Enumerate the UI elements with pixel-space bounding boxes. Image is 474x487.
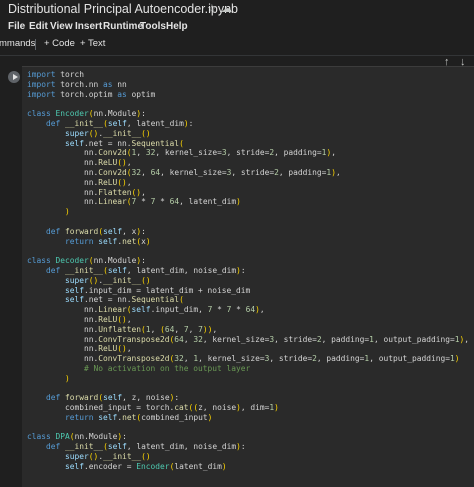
code-line[interactable]: class DPA(nn.Module):	[27, 432, 127, 441]
code-line[interactable]: nn.Conv2d(32, 64, kernel_size=3, stride=…	[27, 168, 341, 177]
code-line[interactable]: )	[27, 207, 70, 216]
code-line[interactable]: return self.net(x)	[27, 237, 151, 246]
add-code-button[interactable]: + Code	[44, 38, 75, 49]
code-line[interactable]: super().__init__()	[27, 276, 151, 285]
code-line[interactable]: combined_input = torch.cat((z, noise), d…	[27, 403, 279, 412]
code-editor[interactable]: import torch import torch.nn as nn impor…	[27, 70, 469, 472]
code-line[interactable]: import torch.optim as optim	[27, 90, 155, 99]
code-line[interactable]: import torch.nn as nn	[27, 80, 127, 89]
title-bar: Distributional Principal Autoencoder.ipy…	[0, 0, 474, 20]
code-line[interactable]: self.input_dim = latent_dim + noise_dim	[27, 286, 250, 295]
commands-button[interactable]: mmands	[0, 38, 35, 49]
notebook-title[interactable]: Distributional Principal Autoencoder.ipy…	[8, 2, 238, 16]
code-line[interactable]: import torch	[27, 70, 84, 79]
code-line[interactable]: def forward(self, z, noise):	[27, 393, 179, 402]
notebook-toolbar: mmands + Code + Text	[0, 34, 474, 54]
toolbar-separator	[0, 55, 474, 56]
code-line[interactable]: class Decoder(nn.Module):	[27, 256, 146, 265]
code-line[interactable]: nn.Linear(7 * 7 * 64, latent_dim)	[27, 197, 241, 206]
code-line[interactable]: nn.ReLU(),	[27, 158, 132, 167]
code-line[interactable]: nn.ConvTranspose2d(32, 1, kernel_size=3,…	[27, 354, 459, 363]
toolbar-divider	[35, 39, 36, 50]
code-line[interactable]: def __init__(self, latent_dim):	[27, 119, 193, 128]
code-line[interactable]: self.encoder = Encoder(latent_dim)	[27, 462, 227, 471]
code-line[interactable]: nn.Linear(self.input_dim, 7 * 7 * 64),	[27, 305, 265, 314]
add-text-button[interactable]: + Text	[80, 38, 105, 49]
menu-bar: File Edit View Insert Runtime Tools Help	[0, 20, 474, 34]
code-line[interactable]: )	[27, 374, 70, 383]
code-line[interactable]: def __init__(self, latent_dim, noise_dim…	[27, 442, 246, 451]
menu-view[interactable]: View	[50, 21, 73, 32]
cloud-icon[interactable]: ☁	[221, 2, 232, 15]
code-line[interactable]: # No activation on the output layer	[27, 364, 250, 373]
code-line[interactable]: nn.Flatten(),	[27, 188, 146, 197]
code-line[interactable]: self.net = nn.Sequential(	[27, 295, 184, 304]
menu-tools[interactable]: Tools	[140, 21, 166, 32]
code-line[interactable]: super().__init__()	[27, 129, 151, 138]
menu-runtime[interactable]: Runtime	[103, 21, 143, 32]
menu-file[interactable]: File	[8, 21, 25, 32]
menu-insert[interactable]: Insert	[75, 21, 102, 32]
code-line[interactable]: def forward(self, x):	[27, 227, 146, 236]
run-cell-button[interactable]	[8, 71, 20, 83]
code-line[interactable]: nn.Conv2d(1, 32, kernel_size=3, stride=2…	[27, 148, 336, 157]
star-icon[interactable]: ☆	[207, 2, 217, 15]
code-line[interactable]: nn.Unflatten(1, (64, 7, 7)),	[27, 325, 217, 334]
code-line[interactable]: super().__init__()	[27, 452, 151, 461]
code-line[interactable]: nn.ReLU(),	[27, 344, 132, 353]
menu-edit[interactable]: Edit	[29, 21, 48, 32]
code-line[interactable]: class Encoder(nn.Module):	[27, 109, 146, 118]
code-line[interactable]: def __init__(self, latent_dim, noise_dim…	[27, 266, 246, 275]
code-line[interactable]: nn.ConvTranspose2d(64, 32, kernel_size=3…	[27, 335, 469, 344]
code-line[interactable]: nn.ReLU(),	[27, 315, 132, 324]
code-line[interactable]: nn.ReLU(),	[27, 178, 132, 187]
code-line[interactable]: return self.net(combined_input)	[27, 413, 212, 422]
code-line[interactable]: self.net = nn.Sequential(	[27, 139, 184, 148]
menu-help[interactable]: Help	[166, 21, 188, 32]
